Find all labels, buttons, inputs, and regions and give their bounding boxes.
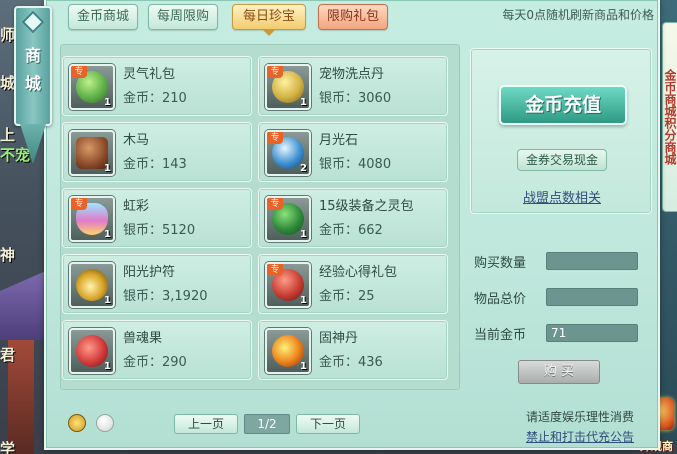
- item-name: 阳光护符: [123, 265, 176, 280]
- item-card[interactable]: 专 1 灵气礼包 金币：210: [62, 56, 252, 116]
- item-name: 木马: [123, 133, 150, 148]
- item-price: 银币：5120: [123, 223, 196, 238]
- item-icon-frame: 1: [69, 130, 115, 176]
- item-price: 金币：662: [319, 223, 383, 238]
- scene-text: 师: [0, 26, 16, 44]
- item-name: 兽魂果: [123, 331, 163, 346]
- item-count: 2: [300, 163, 307, 174]
- item-name: 月光石: [319, 133, 359, 148]
- scene-text: 君: [0, 346, 16, 364]
- pagoda-roof: [0, 270, 48, 340]
- quantity-label: 购买数量: [474, 256, 527, 271]
- magnifier-icon[interactable]: [68, 414, 86, 432]
- item-name: 经验心得礼包: [319, 265, 398, 280]
- shop-panel: 金币商城 每周限购 每日珍宝 限购礼包 每天0点随机刷新商品和价格 专 1 灵气…: [44, 0, 660, 450]
- item-price: 银币：3,1920: [123, 289, 208, 304]
- item-name: 15级装备之灵包: [319, 199, 414, 214]
- exclusive-tag: 专: [71, 198, 87, 210]
- scene-text: 学: [0, 440, 16, 454]
- item-icon-frame: 1: [69, 262, 115, 308]
- item-name: 虹彩: [123, 199, 150, 214]
- buy-button[interactable]: 购 买: [518, 360, 600, 384]
- diamond-ornament-icon: [21, 10, 45, 34]
- total-price-field: [546, 288, 638, 306]
- item-card[interactable]: 1 木马 金币：143: [62, 122, 252, 182]
- exclusive-tag: 专: [267, 66, 283, 78]
- item-price: 金币：25: [319, 289, 375, 304]
- alliance-points-link[interactable]: 战盟点数相关: [501, 187, 623, 206]
- item-card[interactable]: 1 固神丹 金币：436: [258, 320, 448, 380]
- scene-text: 城: [0, 74, 16, 92]
- item-count: 1: [104, 97, 111, 108]
- current-gold-field: 71: [546, 324, 638, 342]
- item-card[interactable]: 专 1 宠物洗点丹 银币：3060: [258, 56, 448, 116]
- item-name: 宠物洗点丹: [319, 67, 385, 82]
- scene-text: 神: [0, 246, 16, 264]
- item-name: 固神丹: [319, 331, 359, 346]
- tab-daily-treasure[interactable]: 每日珍宝: [232, 4, 306, 36]
- scene-text: 上: [0, 126, 16, 144]
- item-icon-frame: 专 1: [265, 262, 311, 308]
- page-indicator: 1/2: [244, 414, 290, 434]
- item-price: 银币：4080: [319, 157, 392, 172]
- item-card[interactable]: 1 阳光护符 银币：3,1920: [62, 254, 252, 314]
- item-icon-frame: 1: [265, 328, 311, 374]
- shop-title-ribbon: 商城: [14, 6, 52, 126]
- item-price: 银币：3060: [319, 91, 392, 106]
- exclusive-tag: 专: [71, 66, 87, 78]
- right-shop-tab[interactable]: 金币商城积分商城: [662, 22, 677, 212]
- total-price-label: 物品总价: [474, 292, 527, 307]
- tab-gold-shop[interactable]: 金币商城: [68, 4, 138, 30]
- item-name: 灵气礼包: [123, 67, 176, 82]
- scene-text: 不宠: [0, 146, 31, 164]
- anti-proxy-notice-link[interactable]: 禁止和打击代充公告: [474, 428, 634, 445]
- item-price: 金币：143: [123, 157, 187, 172]
- voucher-trade-button[interactable]: 金券交易现金: [517, 149, 607, 171]
- next-page-button[interactable]: 下一页: [296, 414, 360, 434]
- exclusive-tag: 专: [267, 132, 283, 144]
- recharge-panel: 金币充值 金券交易现金 战盟点数相关: [470, 48, 652, 214]
- exclusive-tag: 专: [267, 198, 283, 210]
- item-count: 1: [104, 163, 111, 174]
- quantity-input[interactable]: [546, 252, 638, 270]
- item-icon-frame: 专 1: [69, 64, 115, 110]
- item-icon-frame: 专 2: [265, 130, 311, 176]
- item-icon-frame: 专 1: [265, 64, 311, 110]
- item-card[interactable]: 专 2 月光石 银币：4080: [258, 122, 448, 182]
- item-icon-frame: 1: [69, 328, 115, 374]
- refresh-note: 每天0点随机刷新商品和价格: [502, 8, 654, 22]
- item-price: 金币：210: [123, 91, 187, 106]
- tab-weekly-limited[interactable]: 每周限购: [148, 4, 218, 30]
- item-price: 金币：436: [319, 355, 383, 370]
- item-price: 金币：290: [123, 355, 187, 370]
- item-count: 1: [104, 229, 111, 240]
- item-count: 1: [300, 361, 307, 372]
- exclusive-tag: 专: [267, 264, 283, 276]
- gold-recharge-button[interactable]: 金币充值: [499, 85, 627, 125]
- item-icon-frame: 专 1: [69, 196, 115, 242]
- item-count: 1: [300, 295, 307, 306]
- prev-page-button[interactable]: 上一页: [174, 414, 238, 434]
- current-gold-label: 当前金币: [474, 328, 527, 343]
- item-count: 1: [300, 97, 307, 108]
- item-icon-frame: 专 1: [265, 196, 311, 242]
- tab-limited-gift-pack[interactable]: 限购礼包: [318, 4, 388, 30]
- item-count: 1: [300, 229, 307, 240]
- pearl-icon[interactable]: [96, 414, 114, 432]
- moderation-notice: 请适度娱乐理性消费: [525, 410, 634, 424]
- item-count: 1: [104, 295, 111, 306]
- item-card[interactable]: 专 1 经验心得礼包 金币：25: [258, 254, 448, 314]
- item-card[interactable]: 专 1 15级装备之灵包 金币：662: [258, 188, 448, 248]
- item-card[interactable]: 专 1 虹彩 银币：5120: [62, 188, 252, 248]
- shop-title: 商城: [24, 46, 41, 93]
- item-card[interactable]: 1 兽魂果 金币：290: [62, 320, 252, 380]
- item-count: 1: [104, 361, 111, 372]
